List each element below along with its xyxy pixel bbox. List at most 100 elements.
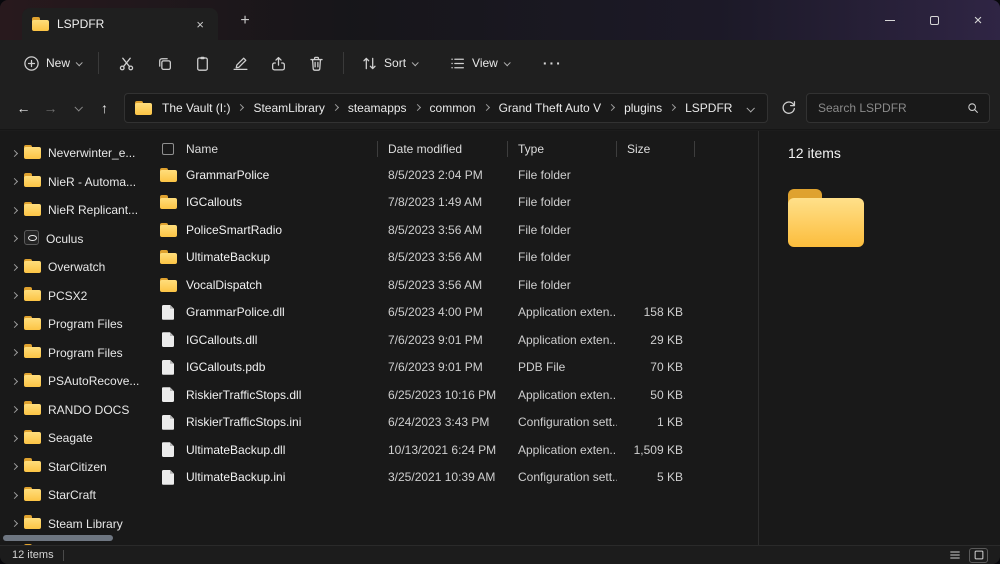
file-row-igcallouts-dll[interactable]: IGCallouts.dll 7/6/2023 9:01 PM Applicat… — [150, 326, 757, 354]
address-bar[interactable]: The Vault (I:) SteamLibrary steamapps co… — [124, 93, 768, 123]
chevron-right-icon[interactable] — [11, 150, 18, 157]
close-icon: × — [974, 13, 983, 28]
paste-button[interactable] — [183, 46, 221, 80]
chevron-right-icon[interactable] — [11, 406, 18, 413]
new-button[interactable]: New — [14, 49, 90, 78]
close-button[interactable]: × — [956, 0, 1000, 40]
chevron-right-icon[interactable] — [11, 378, 18, 385]
chevron-down-icon — [412, 59, 419, 66]
sidebar-item-oculus[interactable]: Oculus — [0, 225, 148, 254]
file-row-grammarpolice[interactable]: GrammarPolice 8/5/2023 2:04 PM File fold… — [150, 161, 757, 189]
chevron-right-icon[interactable] — [11, 435, 18, 442]
file-icon — [150, 305, 186, 320]
chevron-right-icon[interactable] — [11, 321, 18, 328]
minimize-button[interactable] — [868, 0, 912, 40]
file-type: Application exten... — [508, 443, 617, 457]
refresh-button[interactable] — [774, 94, 802, 122]
file-row-vocaldispatch[interactable]: VocalDispatch 8/5/2023 3:56 AM File fold… — [150, 271, 757, 299]
sidebar-item-label: PSAutoRecove... — [48, 374, 139, 388]
select-all-checkbox[interactable] — [150, 137, 186, 161]
file-row-riskiertrafficstops-dll[interactable]: RiskierTrafficStops.dll 6/25/2023 10:16 … — [150, 381, 757, 409]
sidebar-item-program-files[interactable]: Program Files — [0, 310, 148, 339]
chevron-right-icon[interactable] — [11, 349, 18, 356]
breadcrumb-segment-grand-theft-auto-v[interactable]: Grand Theft Auto V — [495, 101, 619, 115]
command-toolbar: New Sort View — [0, 40, 1000, 86]
file-date-modified: 6/5/2023 4:00 PM — [378, 305, 508, 319]
file-row-ultimatebackup[interactable]: UltimateBackup 8/5/2023 3:56 AM File fol… — [150, 244, 757, 272]
address-row: ← → ↑ The Vault (I:) SteamLibrary steama… — [0, 86, 1000, 130]
rename-button[interactable] — [221, 46, 259, 80]
cut-button[interactable] — [107, 46, 145, 80]
sidebar-horizontal-scrollbar[interactable] — [3, 535, 113, 541]
file-row-igcallouts-pdb[interactable]: IGCallouts.pdb 7/6/2023 9:01 PM PDB File… — [150, 354, 757, 382]
more-options-button[interactable]: ··· — [534, 46, 572, 80]
column-header-size[interactable]: Size — [617, 137, 695, 161]
file-row-grammarpolice-dll[interactable]: GrammarPolice.dll 6/5/2023 4:00 PM Appli… — [150, 299, 757, 327]
breadcrumb-segment-common[interactable]: common — [426, 101, 493, 115]
file-name: IGCallouts — [186, 195, 378, 209]
chevron-right-icon[interactable] — [11, 492, 18, 499]
sidebar-item-starcraft[interactable]: StarCraft — [0, 481, 148, 510]
sidebar-item-starcitizen[interactable]: StarCitizen — [0, 453, 148, 482]
chevron-right-icon[interactable] — [11, 463, 18, 470]
file-row-riskiertrafficstops-ini[interactable]: RiskierTrafficStops.ini 6/24/2023 3:43 P… — [150, 409, 757, 437]
file-date-modified: 8/5/2023 2:04 PM — [378, 168, 508, 182]
chevron-right-icon[interactable] — [11, 235, 18, 242]
file-name: UltimateBackup — [186, 250, 378, 264]
file-row-policesmartradio[interactable]: PoliceSmartRadio 8/5/2023 3:56 AM File f… — [150, 216, 757, 244]
view-button-label: View — [472, 56, 498, 70]
file-type: PDB File — [508, 360, 617, 374]
breadcrumb-segment-plugins[interactable]: plugins — [620, 101, 679, 115]
sidebar-item-program-files[interactable]: Program Files — [0, 339, 148, 368]
file-row-ultimatebackup-dll[interactable]: UltimateBackup.dll 10/13/2021 6:24 PM Ap… — [150, 436, 757, 464]
sidebar-item-steam-library[interactable]: Steam Library — [0, 510, 148, 539]
column-header-type[interactable]: Type — [508, 137, 617, 161]
sort-button[interactable]: Sort — [352, 49, 426, 78]
explorer-tab-lspdfr[interactable]: LSPDFR × — [22, 8, 218, 40]
file-row-igcallouts[interactable]: IGCallouts 7/8/2023 1:49 AM File folder — [150, 189, 757, 217]
chevron-right-icon[interactable] — [11, 292, 18, 299]
new-tab-button[interactable]: + — [232, 10, 258, 32]
recent-locations-button[interactable] — [64, 94, 91, 121]
chevron-right-icon[interactable] — [11, 520, 18, 527]
sidebar-item-overwatch[interactable]: Overwatch — [0, 253, 148, 282]
file-row-ultimatebackup-ini[interactable]: UltimateBackup.ini 3/25/2021 10:39 AM Co… — [150, 464, 757, 492]
search-input[interactable] — [816, 100, 966, 116]
chevron-right-icon[interactable] — [11, 178, 18, 185]
breadcrumb-label: LSPDFR — [685, 101, 732, 115]
sidebar-item-rando-docs[interactable]: RANDO DOCS — [0, 396, 148, 425]
column-header-name[interactable]: Name — [186, 137, 378, 161]
copy-button[interactable] — [145, 46, 183, 80]
file-date-modified: 10/13/2021 6:24 PM — [378, 443, 508, 457]
refresh-icon — [780, 99, 797, 116]
column-header-date-modified[interactable]: Date modified — [378, 137, 508, 161]
delete-button[interactable] — [297, 46, 335, 80]
back-button[interactable]: ← — [10, 94, 37, 121]
sidebar-item-nier-replicant[interactable]: NieR Replicant... — [0, 196, 148, 225]
sidebar-item-pcsx2[interactable]: PCSX2 — [0, 282, 148, 311]
breadcrumb-segment-steamlibrary[interactable]: SteamLibrary — [249, 101, 341, 115]
forward-button[interactable]: → — [37, 94, 64, 121]
folder-icon — [24, 373, 41, 390]
view-button[interactable]: View — [440, 49, 518, 78]
sidebar-item-psautorecove[interactable]: PSAutoRecove... — [0, 367, 148, 396]
chevron-right-icon[interactable] — [11, 264, 18, 271]
share-button[interactable] — [259, 46, 297, 80]
up-button[interactable]: ↑ — [91, 94, 118, 121]
large-icons-view-button[interactable] — [969, 548, 988, 563]
tab-close-icon[interactable]: × — [192, 16, 208, 33]
sidebar-item-neverwinter-e[interactable]: Neverwinter_e... — [0, 139, 148, 168]
breadcrumb-label: plugins — [624, 101, 662, 115]
search-icon — [966, 101, 980, 115]
file-date-modified: 6/25/2023 10:16 PM — [378, 388, 508, 402]
details-view-button[interactable] — [945, 548, 964, 563]
chevron-right-icon[interactable] — [11, 207, 18, 214]
folder-icon — [24, 316, 41, 333]
maximize-button[interactable] — [912, 0, 956, 40]
address-dropdown-button[interactable] — [743, 97, 757, 119]
breadcrumb-segment-lspdfr[interactable]: LSPDFR — [681, 101, 736, 115]
sidebar-item-nier-automa[interactable]: NieR - Automa... — [0, 168, 148, 197]
sidebar-item-seagate[interactable]: Seagate — [0, 424, 148, 453]
breadcrumb-segment-steamapps[interactable]: steamapps — [344, 101, 424, 115]
breadcrumb-segment-the-vault-i[interactable]: The Vault (I:) — [158, 101, 247, 115]
